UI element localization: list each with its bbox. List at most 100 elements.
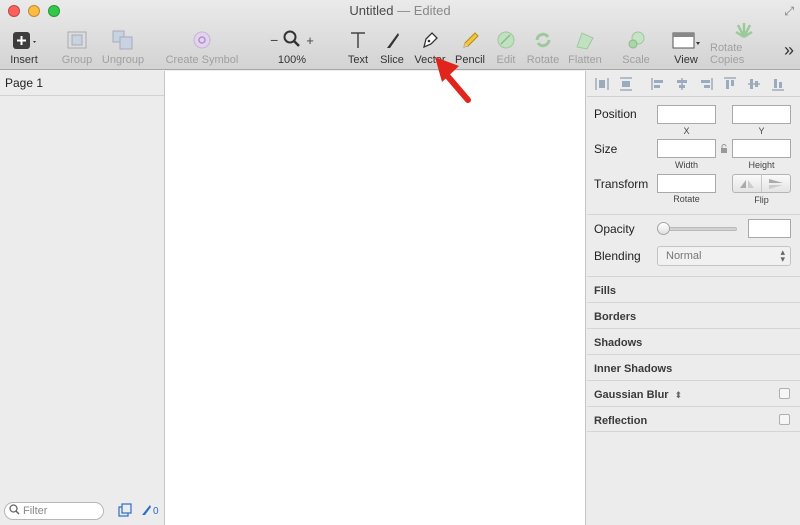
view-icon <box>671 28 701 52</box>
scale-label: Scale <box>622 54 650 66</box>
view-button[interactable]: View <box>668 24 704 66</box>
edit-button[interactable]: Edit <box>494 24 518 66</box>
design-canvas[interactable] <box>165 71 586 525</box>
ungroup-icon <box>111 28 135 52</box>
y-position-field[interactable] <box>732 105 791 124</box>
size-label: Size <box>594 142 618 156</box>
shadows-section[interactable]: Shadows <box>587 328 800 354</box>
group-button[interactable]: Group <box>60 24 94 66</box>
double-chevron-icon: » <box>783 39 794 60</box>
annotation-arrow-icon <box>430 50 476 106</box>
rotate-label: Rotate <box>526 54 560 66</box>
window-title: Untitled — Edited <box>0 3 800 18</box>
rotate-copies-button[interactable]: Rotate Copies <box>710 23 778 66</box>
flip-control <box>732 174 791 193</box>
flip-caption: Flip <box>754 195 769 205</box>
edit-icon <box>496 28 516 52</box>
width-caption: Width <box>674 160 698 170</box>
inner-shadows-section[interactable]: Inner Shadows <box>587 354 800 380</box>
distribute-vertical-icon[interactable] <box>619 77 633 91</box>
page-list-item[interactable]: Page 1 <box>0 71 164 96</box>
blending-value: Normal <box>666 250 702 262</box>
scale-button[interactable]: Scale <box>620 24 652 66</box>
height-caption: Height <box>748 160 775 170</box>
opacity-label: Opacity <box>594 222 635 236</box>
slice-label: Slice <box>380 54 404 66</box>
rotate-button[interactable]: Rotate <box>526 24 560 66</box>
height-field[interactable] <box>732 139 791 158</box>
rotate-copies-label: Rotate Copies <box>710 42 745 66</box>
reflection-label: Reflection <box>594 415 648 427</box>
opacity-slider-knob[interactable] <box>657 222 670 235</box>
blur-type-stepper[interactable]: ⬍ <box>675 390 683 400</box>
create-symbol-label: Create Symbol <box>165 54 239 66</box>
slice-export-control[interactable]: 0 <box>140 504 159 519</box>
edit-label: Edit <box>496 54 516 66</box>
borders-section[interactable]: Borders <box>587 302 800 328</box>
insert-icon <box>10 28 38 52</box>
distribute-horizontal-icon[interactable] <box>595 77 609 91</box>
knife-icon <box>140 504 152 519</box>
blending-select[interactable]: Normal ▴ ▾ <box>657 246 791 266</box>
reflection-section[interactable]: Reflection <box>587 406 800 432</box>
filter-placeholder: Filter <box>23 505 48 517</box>
lock-ratio-icon[interactable] <box>720 144 728 156</box>
text-icon <box>348 28 368 52</box>
select-arrows-icon: ▴ ▾ <box>780 247 785 264</box>
text-tool-button[interactable]: Text <box>344 24 372 66</box>
duplicate-pages-icon[interactable] <box>118 502 132 520</box>
gaussian-blur-section[interactable]: Gaussian Blur ⬍ <box>587 380 800 406</box>
flatten-label: Flatten <box>568 54 602 66</box>
fullscreen-icon[interactable]: ⤢ <box>784 4 794 19</box>
transform-label: Transform <box>594 177 649 191</box>
slice-count: 0 <box>153 505 159 517</box>
view-label: View <box>674 54 698 66</box>
divider <box>587 214 800 215</box>
rotate-field[interactable] <box>657 174 716 193</box>
zoom-control: − + 100% <box>262 24 322 66</box>
create-symbol-icon <box>192 28 212 52</box>
rotate-icon <box>532 28 554 52</box>
align-middle-vertical-icon[interactable] <box>747 77 761 91</box>
reflection-checkbox[interactable] <box>779 414 790 425</box>
zoom-level: 100% <box>277 54 307 66</box>
rotate-caption: Rotate <box>673 194 700 204</box>
ungroup-label: Ungroup <box>101 54 145 66</box>
zoom-icons: − + <box>270 28 314 52</box>
pages-panel: Page 1 Filter 0 <box>0 71 165 525</box>
align-left-icon[interactable] <box>651 77 665 91</box>
opacity-field[interactable] <box>748 219 791 238</box>
flip-vertical-icon[interactable] <box>762 175 790 192</box>
insert-button[interactable]: Insert <box>8 24 40 66</box>
group-label: Group <box>61 54 93 66</box>
fills-section[interactable]: Fills <box>587 276 800 302</box>
zoom-out-button[interactable]: − <box>270 32 278 48</box>
align-right-icon[interactable] <box>699 77 713 91</box>
flatten-icon <box>574 28 596 52</box>
toolbar-overflow-button[interactable]: » <box>780 22 798 64</box>
gaussian-blur-checkbox[interactable] <box>779 388 790 399</box>
align-bottom-icon[interactable] <box>771 77 785 91</box>
filter-field[interactable]: Filter <box>4 502 104 520</box>
flatten-button[interactable]: Flatten <box>566 24 604 66</box>
width-field[interactable] <box>657 139 716 158</box>
align-top-icon[interactable] <box>723 77 737 91</box>
align-center-horizontal-icon[interactable] <box>675 77 689 91</box>
document-name: Untitled <box>349 3 394 18</box>
slice-tool-button[interactable]: Slice <box>378 24 406 66</box>
text-label: Text <box>347 54 369 66</box>
ungroup-button[interactable]: Ungroup <box>100 24 146 66</box>
alignment-toolbar <box>587 71 800 97</box>
zoom-in-button[interactable]: + <box>306 33 314 48</box>
edited-status: — Edited <box>397 3 451 18</box>
filter-search-icon <box>9 504 20 518</box>
magnifier-icon[interactable] <box>283 30 301 51</box>
insert-label: Insert <box>10 54 38 66</box>
group-icon <box>66 28 88 52</box>
flip-horizontal-icon[interactable] <box>733 175 762 192</box>
create-symbol-button[interactable]: Create Symbol <box>165 24 239 66</box>
gaussian-blur-label: Gaussian Blur <box>594 389 669 401</box>
blending-label: Blending <box>594 249 641 263</box>
x-position-field[interactable] <box>657 105 716 124</box>
position-label: Position <box>594 107 637 121</box>
